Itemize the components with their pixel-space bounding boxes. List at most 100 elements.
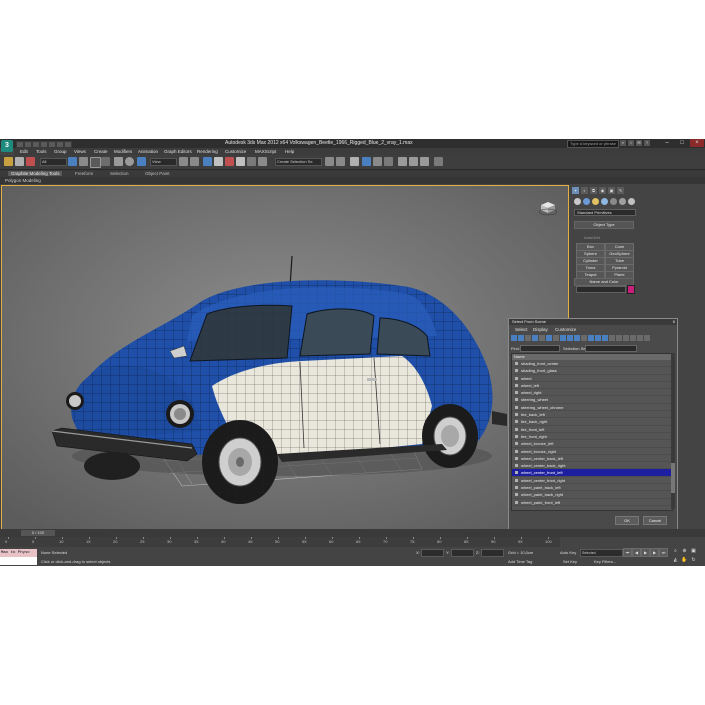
list-item[interactable]: wheel_paint_back_right (512, 491, 672, 499)
menu-group[interactable]: Group (54, 149, 67, 154)
y-coordinate-field[interactable] (451, 549, 474, 557)
open-file-icon[interactable] (24, 141, 32, 148)
motion-tab-icon[interactable]: ◉ (599, 187, 606, 194)
utilities-tab-icon[interactable]: ✎ (617, 187, 624, 194)
list-item[interactable]: wheel_bronze_left (512, 440, 672, 448)
perspective-viewport[interactable]: [ + ] [ Perspective ] [ Shaded + Edged F… (1, 185, 569, 530)
redo-icon[interactable] (48, 141, 56, 148)
dialog-menu-customize[interactable]: Customize (555, 327, 576, 332)
x-coordinate-field[interactable] (421, 549, 444, 557)
list-item[interactable]: wheel_left (512, 382, 672, 390)
mirror-icon[interactable] (258, 157, 267, 166)
modify-tab-icon[interactable]: ◐ (581, 187, 588, 194)
rectangular-selection-icon[interactable] (90, 157, 101, 168)
primitive-category-dropdown[interactable]: Standard Primitives (574, 209, 636, 216)
list-item[interactable]: wheel_paint_back_left (512, 484, 672, 492)
list-item[interactable]: tire_front_left (512, 426, 672, 433)
display-spacewarps-icon[interactable] (546, 335, 552, 341)
ok-button[interactable]: OK (615, 516, 639, 525)
select-link-icon[interactable] (15, 157, 24, 166)
rotate-icon[interactable] (125, 157, 134, 166)
add-time-tag[interactable]: Add Time Tag (508, 559, 532, 564)
select-none-icon[interactable] (616, 335, 622, 341)
go-to-start-icon[interactable]: ⏮ (623, 548, 632, 557)
polygon-modeling-label[interactable]: Polygon Modeling (5, 178, 41, 183)
display-none-icon[interactable] (595, 335, 601, 341)
list-item[interactable]: shading_front_center (512, 360, 672, 368)
autogrid-checkbox[interactable]: AutoGrid (584, 235, 600, 240)
list-item[interactable]: steering_wheel_chrome (512, 404, 672, 412)
display-shapes-icon[interactable] (518, 335, 524, 341)
tab-object-paint[interactable]: Object Paint (145, 171, 170, 176)
list-item[interactable]: wheel_center_front_left (512, 469, 672, 477)
tab-freeform[interactable]: Freeform (75, 171, 93, 176)
display-lights-icon[interactable] (525, 335, 531, 341)
edit-named-selection-icon[interactable] (247, 157, 256, 166)
selection-filter-dropdown[interactable]: All (40, 158, 67, 166)
display-xrefs-icon[interactable] (560, 335, 566, 341)
display-all-icon[interactable] (588, 335, 594, 341)
move-icon[interactable] (114, 157, 123, 166)
menu-help[interactable]: Help (285, 149, 294, 154)
helpers-icon[interactable] (610, 198, 617, 205)
display-groups-icon[interactable] (553, 335, 559, 341)
auto-key-label[interactable]: Auto Key (560, 550, 576, 555)
object-type-rollout[interactable]: Object Type (574, 221, 634, 229)
display-tab-icon[interactable]: ▣ (608, 187, 615, 194)
select-invert-icon[interactable] (623, 335, 629, 341)
close-button[interactable]: × (690, 139, 704, 147)
list-item[interactable]: shading_front_glass (512, 367, 672, 375)
snaps-toggle-icon[interactable] (203, 157, 212, 166)
list-item[interactable]: steering_wheel (512, 396, 672, 404)
undo-toolbar-icon[interactable] (4, 157, 13, 166)
scrollbar-thumb[interactable] (671, 463, 675, 493)
field-of-view-icon[interactable]: ◭ (672, 557, 679, 564)
schematic-view-icon[interactable] (373, 157, 382, 166)
menu-views[interactable]: Views (74, 149, 86, 154)
list-item[interactable]: wheel_center_front_right (512, 477, 672, 485)
go-to-end-icon[interactable]: ⏭ (659, 548, 668, 557)
sync-selection-icon[interactable] (630, 335, 636, 341)
scene-object-list[interactable]: Name shading_front_center shading_front_… (511, 353, 673, 511)
list-item[interactable]: tire_back_left (512, 411, 672, 419)
object-name-input[interactable] (576, 286, 626, 293)
list-item[interactable]: wheel_center_back_left (512, 455, 672, 463)
list-item[interactable]: wheel_right (512, 389, 672, 397)
name-and-color-rollout[interactable]: Name and Color (574, 278, 634, 286)
scale-icon[interactable] (137, 157, 146, 166)
select-dependents-icon[interactable] (637, 335, 643, 341)
list-item[interactable]: wheel_center_back_right (512, 462, 672, 470)
menu-tools[interactable]: Tools (36, 149, 47, 154)
time-slider[interactable]: 0 / 100 (0, 529, 705, 537)
key-filters-button[interactable]: Key Filters... (594, 559, 616, 564)
select-by-name-icon[interactable] (79, 157, 88, 166)
hold-icon[interactable] (56, 141, 64, 148)
list-item[interactable]: tire_front_right (512, 433, 672, 441)
save-file-icon[interactable] (32, 141, 40, 148)
maxscript-output[interactable] (0, 557, 37, 565)
display-cameras-icon[interactable] (532, 335, 538, 341)
menu-animation[interactable]: Animation (138, 149, 158, 154)
app-logo-icon[interactable]: 3 (1, 140, 13, 152)
search-icon[interactable]: ⌕ (620, 140, 626, 146)
display-invert-icon[interactable] (602, 335, 608, 341)
menu-modifiers[interactable]: Modifiers (114, 149, 132, 154)
pan-icon[interactable]: ✋ (681, 557, 688, 564)
shapes-icon[interactable] (583, 198, 590, 205)
select-all-icon[interactable] (609, 335, 615, 341)
minimize-button[interactable]: – (660, 139, 674, 147)
display-helpers-icon[interactable] (539, 335, 545, 341)
play-icon[interactable]: ▶ (641, 548, 650, 557)
selection-set-dropdown[interactable] (585, 345, 637, 352)
dialog-menu-select[interactable]: Select (515, 327, 528, 332)
space-warps-icon[interactable] (619, 198, 626, 205)
communication-icon[interactable]: ✉ (636, 140, 642, 146)
find-input[interactable] (520, 345, 560, 352)
subscription-icon[interactable]: ☆ (628, 140, 634, 146)
pivot-center-icon[interactable] (179, 157, 188, 166)
frame-counter[interactable]: 0 / 100 (21, 530, 55, 536)
align-icon[interactable] (325, 157, 334, 166)
tab-graphite-modeling-tools[interactable]: Graphite Modeling Tools (8, 171, 63, 176)
object-color-swatch[interactable] (627, 285, 635, 294)
window-crossing-icon[interactable] (101, 157, 110, 166)
